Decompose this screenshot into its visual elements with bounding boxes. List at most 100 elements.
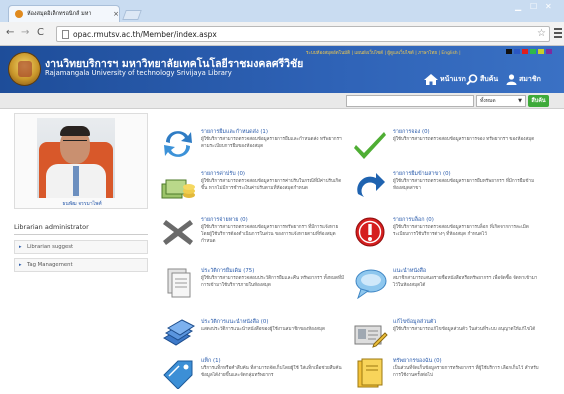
menu-item-lost-items[interactable]: รายการจ่ายหาย (0) ผู้ใช้บริการสามารถตรวจ… (160, 216, 352, 258)
sidebar-item-tag-management[interactable]: ▸ Tag Management (14, 258, 148, 272)
forward-arrow-icon[interactable]: → (21, 27, 29, 38)
menu-item-desc: ผู้ใช้บริการสามารถแก้ไขข้อมูลส่วนตัว ในส… (393, 327, 536, 332)
maximize-icon[interactable]: ☐ (530, 2, 537, 11)
browser-toolbar: ← → C opac.rmutsv.ac.th/Member/index.asp… (0, 22, 564, 46)
close-window-icon[interactable]: ✕ (545, 2, 552, 11)
x-mark-icon (163, 220, 193, 245)
menu-item-title[interactable]: แท็ก (1) (201, 357, 221, 365)
menu-item-desc: ผู้ใช้บริการสามารถตรวจสอบข้อมูลรายการทรั… (201, 225, 339, 244)
menu-item-desc: เป็นส่วนที่จัดเก็บข้อมูลรายการทรัพยากรฯ … (393, 366, 539, 378)
sidebar-item-librarian-suggest[interactable]: ▸ Librarian suggest (14, 240, 148, 254)
edit-profile-icon (354, 325, 388, 348)
chevron-right-icon: ▸ (19, 244, 22, 250)
chevron-down-icon: ▼ (518, 98, 522, 104)
menu-item-title[interactable]: แก้ไขข้อมูลส่วนตัว (393, 318, 436, 326)
browser-menu-icon[interactable] (554, 28, 562, 38)
site-header: ระบบห้องสมุดอัตโนมัติ | แผนผังเว็บไซต์ |… (0, 46, 564, 93)
sidebar-item-label: Tag Management (27, 262, 73, 268)
new-tab-button[interactable] (122, 10, 142, 20)
menu-item-loans[interactable]: รายการยืมและกำหนดส่ง (1) ผู้ใช้บริการสาม… (160, 128, 352, 170)
nav-home[interactable]: หน้าแรก (424, 74, 466, 85)
menu-item-fines[interactable]: รายการค่าปรับ (0) ผู้ใช้บริการสามารถตรวจ… (160, 170, 352, 212)
menu-item-title[interactable]: รายการยืมและกำหนดส่ง (1) (201, 128, 268, 136)
nav-member[interactable]: สมาชิก (506, 74, 541, 85)
profile-photo (37, 118, 115, 198)
menu-item-edit-profile[interactable]: แก้ไขข้อมูลส่วนตัว ผู้ใช้บริการสามารถแก้… (352, 318, 544, 360)
search-input[interactable] (346, 95, 474, 107)
university-logo (8, 52, 41, 86)
favicon-icon (15, 10, 23, 18)
nav-member-label: สมาชิก (519, 75, 541, 83)
menu-item-title[interactable]: แนะนำหนังสือ (393, 267, 426, 275)
reload-icon[interactable]: C (37, 27, 44, 38)
refresh-icon (164, 131, 192, 157)
theme-color-swatch[interactable] (530, 49, 536, 54)
menu-item-desc: ผู้ใช้บริการสามารถตรวจสอบประวัติการยืมแล… (201, 276, 345, 288)
sidebar-item-label: Librarian suggest (27, 244, 74, 250)
alert-icon (355, 217, 385, 247)
menu-item-title[interactable]: รายการจอง (0) (393, 128, 430, 136)
menu-item-desc: ผู้ใช้บริการสามารถตรวจสอบข้อมูลรายการค่า… (201, 179, 342, 191)
search-icon (466, 74, 478, 85)
browser-titlebar: ห้องสมุดอิเล็กทรอนิกส์ มหา × ▁ ☐ ✕ (0, 0, 564, 22)
my-resources-icon (357, 358, 383, 388)
member-icon (506, 74, 517, 85)
home-icon (424, 74, 438, 85)
url-text[interactable]: opac.rmutsv.ac.th/Member/index.aspx (73, 30, 217, 39)
bookmark-star-icon[interactable]: ☆ (537, 28, 546, 39)
university-name-english: Rajamangala University of technology Sri… (45, 69, 232, 77)
chevron-right-icon: ▸ (19, 262, 22, 268)
books-icon (163, 319, 196, 346)
menu-item-branch-loans[interactable]: รายการยืมข้ามสาขา (0) ผู้ใช้บริการสามารถ… (352, 170, 544, 212)
history-icon (167, 268, 191, 298)
search-bar: ทั้งหมด ▼ สืบค้น (0, 93, 564, 109)
menu-item-desc: ผู้ใช้บริการสามารถตรวจสอบข้อมูลรายการบล็… (393, 225, 529, 237)
theme-color-swatch[interactable] (514, 49, 520, 54)
menu-item-title[interactable]: รายการจ่ายหาย (0) (201, 216, 248, 224)
tab-title: ห้องสมุดอิเล็กทรอนิกส์ มหา (27, 11, 92, 17)
check-icon (354, 132, 386, 159)
sidebar: ธนพัฒ จรรมาไพศ์ Librarian administrator … (14, 113, 148, 393)
profile-name[interactable]: ธนพัฒ จรรมาไพศ์ (15, 200, 149, 208)
menu-item-title[interactable]: ทรัพยากรของฉัน (0) (393, 357, 442, 365)
back-arrow-icon[interactable]: ← (6, 27, 14, 38)
menu-item-title[interactable]: ประวัติการแนะนำหนังสือ (0) (201, 318, 268, 326)
search-button[interactable]: สืบค้น (528, 95, 549, 107)
top-links[interactable]: ระบบห้องสมุดอัตโนมัติ | แผนผังเว็บไซต์ |… (306, 49, 461, 56)
menu-item-loan-history[interactable]: ประวัติการยืมเดิม (75) ผู้ใช้บริการสามาร… (160, 267, 352, 309)
sidebar-heading: Librarian administrator (14, 221, 148, 235)
minimize-icon[interactable]: ▁ (515, 2, 521, 11)
nav-search[interactable]: สืบค้น (466, 74, 498, 85)
menu-item-title[interactable]: ประวัติการยืมเดิม (75) (201, 267, 254, 275)
menu-item-desc: ผู้ใช้บริการสามารถตรวจสอบข้อมูลรายการจอง… (393, 137, 535, 142)
menu-item-suggest-history[interactable]: ประวัติการแนะนำหนังสือ (0) แสดงประวัติกา… (160, 318, 352, 360)
money-icon (161, 179, 195, 199)
menu-item-blocks[interactable]: รายการบล็อก (0) ผู้ใช้บริการสามารถตรวจสอ… (352, 216, 544, 258)
menu-item-desc: ผู้ใช้บริการสามารถตรวจสอบข้อมูลรายการยืม… (393, 179, 535, 191)
suggest-bubble-icon (355, 269, 387, 299)
menu-item-title[interactable]: รายการบล็อก (0) (393, 216, 434, 224)
page-icon (62, 29, 69, 39)
menu-item-desc: ผู้ใช้บริการสามารถตรวจสอบข้อมูลรายการยืม… (201, 137, 342, 149)
menu-item-reservations[interactable]: รายการจอง (0) ผู้ใช้บริการสามารถตรวจสอบข… (352, 128, 544, 170)
menu-item-tags[interactable]: แท็ก (1) บริการแท็กหรือคำสืบค้น ที่สามาร… (160, 357, 352, 394)
menu-item-suggest-book[interactable]: แนะนำหนังสือ สมาชิกสามารถเสนอรายชื่อหนัง… (352, 267, 544, 309)
menu-item-my-resources[interactable]: ทรัพยากรของฉัน (0) เป็นส่วนที่จัดเก็บข้อ… (352, 357, 544, 394)
redo-arrow-icon (357, 173, 385, 197)
menu-item-title[interactable]: รายการยืมข้ามสาขา (0) (393, 170, 451, 178)
theme-color-swatch[interactable] (522, 49, 528, 54)
menu-item-desc: บริการแท็กหรือคำสืบค้น ที่สามารถจัดเก็บโ… (201, 366, 342, 378)
browser-tab[interactable]: ห้องสมุดอิเล็กทรอนิกส์ มหา × (8, 5, 120, 22)
tag-icon (163, 360, 193, 389)
address-bar[interactable]: opac.rmutsv.ac.th/Member/index.aspx ☆ (56, 26, 550, 42)
tab-close-icon[interactable]: × (113, 10, 119, 18)
theme-color-swatch[interactable] (538, 49, 544, 54)
theme-color-swatch[interactable] (506, 49, 512, 54)
theme-color-swatch[interactable] (546, 49, 552, 54)
search-scope-select[interactable]: ทั้งหมด ▼ (476, 95, 526, 107)
menu-item-desc: สมาชิกสามารถเสนอรายชื่อหนังสือหรือทรัพยา… (393, 276, 538, 288)
menu-item-title[interactable]: รายการค่าปรับ (0) (201, 170, 245, 178)
nav-search-label: สืบค้น (480, 75, 499, 83)
search-scope-value: ทั้งหมด (480, 98, 496, 104)
nav-home-label: หน้าแรก (440, 75, 466, 83)
